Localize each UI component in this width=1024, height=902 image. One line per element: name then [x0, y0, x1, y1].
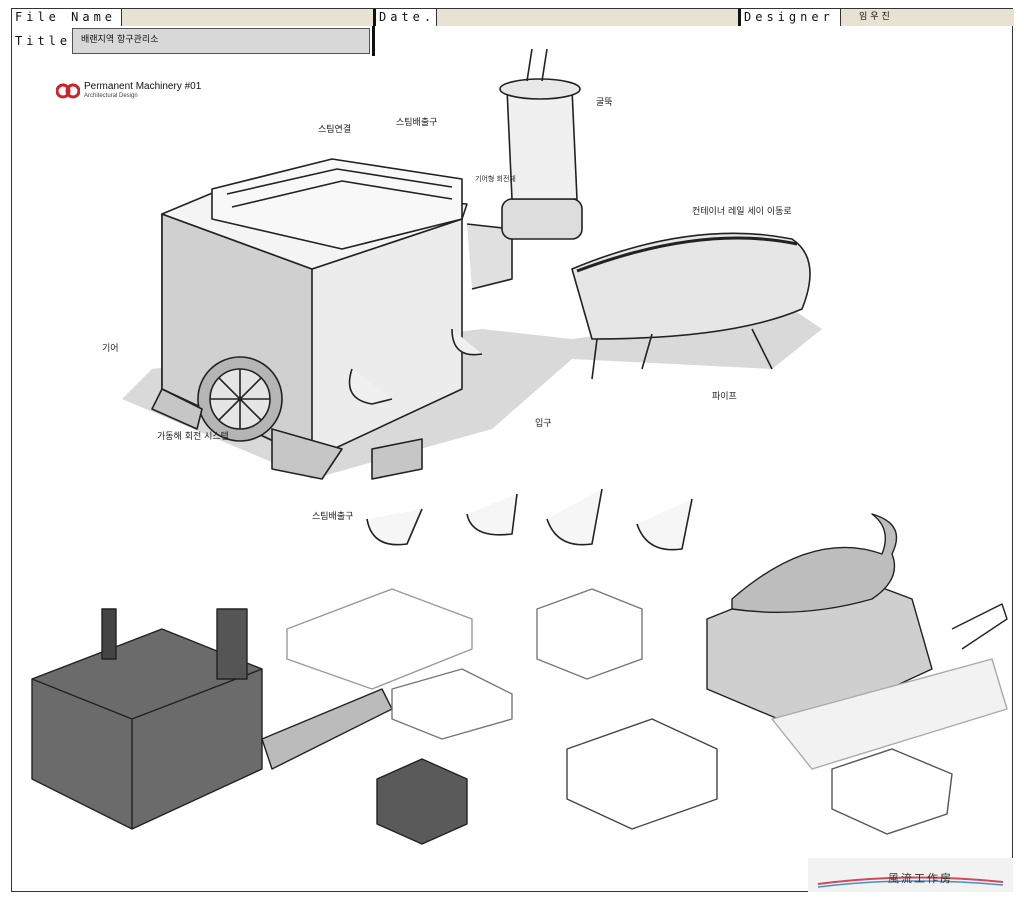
note-chimney: 굴뚝 — [596, 97, 613, 108]
note-left-pipe: 기어 — [102, 343, 119, 354]
studio-name: 風流工作房 — [888, 872, 953, 885]
note-pipe: 파이프 — [712, 391, 737, 402]
note-top-mid: 스팀배출구 — [396, 116, 437, 128]
studio-badge: 風流工作房 — [808, 858, 1013, 892]
concept-sheet: File Name Date. Designer 임우진 Title: 배랜지역… — [11, 8, 1014, 892]
note-chimney-side: 기어형 회전체 — [475, 174, 516, 183]
note-bottom-mid: 입구 — [535, 417, 552, 429]
note-bottom-left: 스팀배출구 — [312, 510, 353, 522]
note-rail-top: 컨테이너 레일 세이 이동로 — [692, 206, 792, 217]
note-gear: 가동해 회전 시스템 — [157, 430, 229, 442]
main-machinery-sketch: 스팀연결 스팀배출구 굴뚝 기어형 회전체 컨테이너 레일 세이 이동로 기어 … — [31, 48, 1008, 845]
note-top-left: 스팀연결 — [318, 123, 351, 135]
